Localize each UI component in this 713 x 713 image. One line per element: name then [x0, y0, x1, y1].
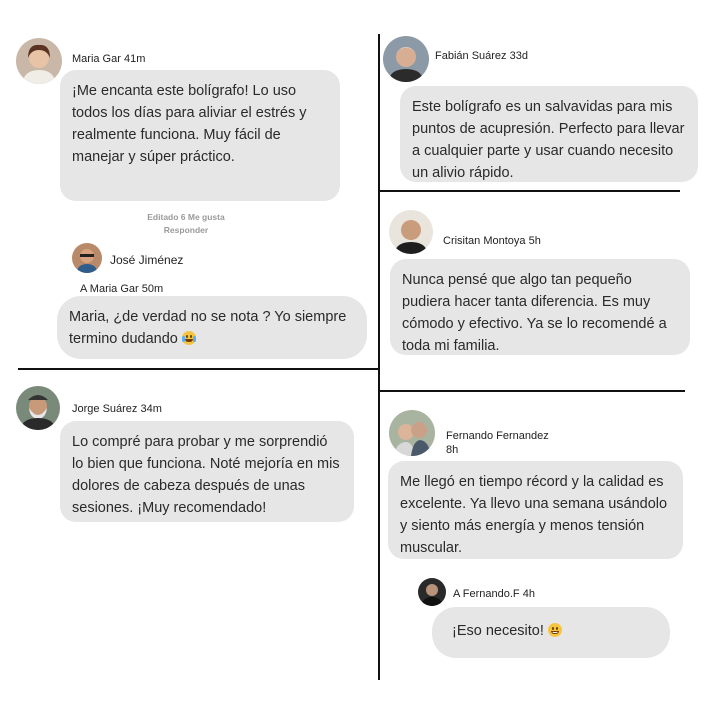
avatar[interactable]: [389, 210, 433, 254]
edited-likes-label[interactable]: Editado 6 Me gusta: [130, 211, 242, 224]
comment-author[interactable]: Crisitan Montoya 5h: [443, 235, 541, 247]
author-name[interactable]: Fernando Fernandez: [446, 429, 549, 443]
comment-bubble: ¡Me encanta este bolígrafo! Lo uso todos…: [60, 70, 340, 201]
reply-author[interactable]: José Jiménez: [110, 253, 183, 267]
reply-bubble: Maria, ¿de verdad no se nota ? Yo siempr…: [57, 296, 367, 359]
comment-bubble: Lo compré para probar y me sorprendió lo…: [60, 421, 354, 522]
avatar[interactable]: [418, 578, 446, 606]
column-divider: [378, 34, 380, 680]
comment-bubble: Me llegó en tiempo récord y la calidad e…: [388, 461, 683, 559]
reply-link[interactable]: Responder: [130, 224, 242, 237]
row-divider-left: [18, 368, 378, 370]
comment-author[interactable]: Fabián Suárez 33d: [435, 50, 528, 62]
reply-text: Maria, ¿de verdad no se nota ? Yo siempr…: [69, 309, 347, 347]
comment-bubble: Nunca pensé que algo tan pequeño pudiera…: [390, 259, 690, 355]
reply-bubble: ¡Eso necesito!: [432, 607, 670, 658]
grinning-emoji: [547, 623, 562, 637]
crying-laughing-emoji: [181, 331, 196, 345]
avatar[interactable]: [389, 410, 435, 456]
reply-text: ¡Eso necesito!: [452, 623, 544, 639]
avatar[interactable]: [16, 386, 60, 430]
avatar[interactable]: [383, 36, 429, 82]
comment-time: 8h: [446, 444, 459, 456]
comment-author[interactable]: Fernando Fernandez 8h: [446, 429, 549, 457]
comment-bubble: Este bolígrafo es un salvavidas para mis…: [400, 86, 698, 182]
avatar[interactable]: [16, 38, 62, 84]
reply-author[interactable]: A Fernando.F 4h: [453, 588, 535, 600]
comment-actions: Editado 6 Me gusta Responder: [130, 211, 242, 237]
avatar[interactable]: [72, 243, 102, 273]
reply-to-label: A Maria Gar 50m: [80, 283, 164, 295]
row-divider-right-2: [380, 390, 685, 392]
comment-author[interactable]: Jorge Suárez 34m: [72, 403, 162, 415]
row-divider-right-1: [380, 190, 680, 192]
comment-author[interactable]: Maria Gar 41m: [72, 53, 145, 65]
